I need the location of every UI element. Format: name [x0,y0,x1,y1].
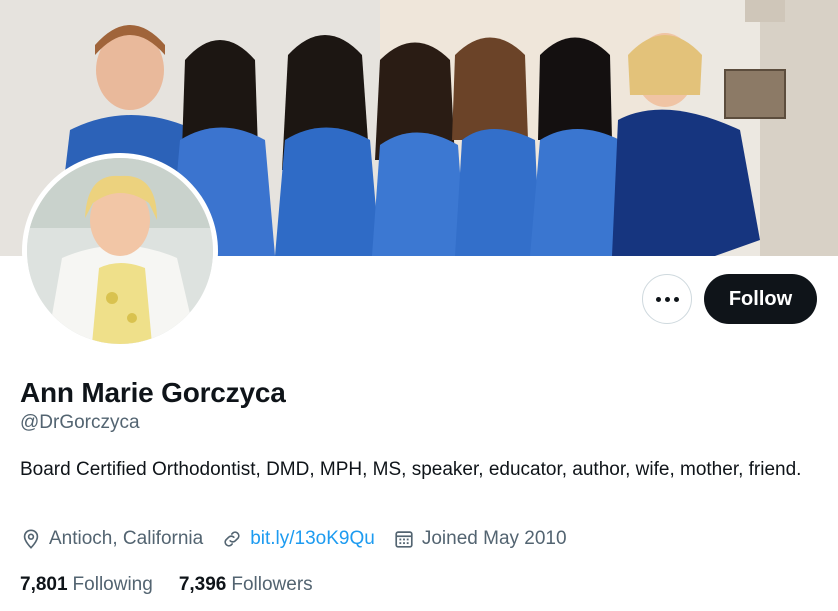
followers-count: 7,396 [178,574,227,595]
location-pin-icon [23,529,39,549]
avatar-image [27,158,213,344]
profile-joined: Joined May 2010 [393,528,567,550]
profile-avatar[interactable] [22,153,218,349]
profile-handle: @DrGorczyca [20,412,140,433]
follow-button[interactable]: Follow [704,274,817,324]
profile-website: bit.ly/13oK9Qu [221,528,375,550]
avatar [27,158,213,344]
link-icon [224,531,240,547]
following-label: Following [72,574,153,595]
profile-location: Antioch, California [20,528,203,550]
profile-bio: Board Certified Orthodontist, DMD, MPH, … [20,459,802,480]
following-count: 7,801 [20,574,68,595]
profile-meta: Antioch, California bit.ly/13oK9Qu Joine… [20,528,585,550]
following-stat[interactable]: 7,801 Following [20,574,153,596]
more-options-button[interactable] [642,274,692,324]
followers-stat[interactable]: 7,396 Followers [179,574,313,596]
profile-stats: 7,801 Following 7,396 Followers [20,574,339,596]
joined-text: Joined May 2010 [421,528,567,549]
more-horizontal-icon [655,296,679,302]
website-link[interactable]: bit.ly/13oK9Qu [250,528,375,550]
location-text: Antioch, California [49,528,204,549]
followers-label: Followers [231,574,313,595]
profile-name: Ann Marie Gorczyca [20,377,286,408]
calendar-icon [395,531,413,548]
